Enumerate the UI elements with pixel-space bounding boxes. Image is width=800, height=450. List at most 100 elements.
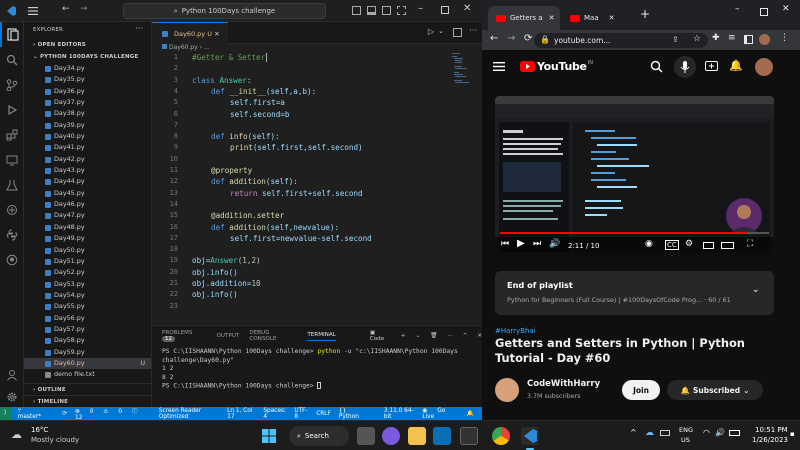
file-item[interactable]: Day48.py (24, 222, 151, 233)
search-icon[interactable] (650, 60, 663, 75)
menu-icon[interactable] (27, 5, 39, 17)
file-item[interactable]: Day60.py U (24, 357, 151, 370)
gear-icon[interactable] (0, 384, 24, 409)
back-arrow-icon[interactable]: ← (62, 4, 70, 14)
language-mode[interactable]: {} Python (339, 408, 376, 420)
account-avatar[interactable] (755, 58, 773, 76)
file-item[interactable]: Day53.py (24, 279, 151, 290)
file-item[interactable]: Day35.py (24, 74, 151, 85)
outline-section[interactable]: › OUTLINE (24, 383, 151, 395)
file-item[interactable]: Day36.py (24, 86, 151, 97)
run-debug-icon[interactable] (0, 97, 24, 122)
live-share-icon[interactable] (0, 197, 24, 222)
sync-icon[interactable]: ⟳ (62, 411, 67, 417)
profile-avatar[interactable] (759, 34, 770, 45)
file-item[interactable]: Day34.py (24, 63, 151, 74)
kebab-menu-icon[interactable]: ⋮ (780, 33, 789, 43)
battery-icon[interactable] (729, 430, 740, 436)
testing-icon[interactable] (0, 172, 24, 197)
close-icon[interactable]: ✕ (214, 30, 219, 38)
file-item[interactable]: Day47.py (24, 210, 151, 221)
forward-arrow-icon[interactable]: → (80, 4, 88, 14)
minimize-icon[interactable]: – (735, 4, 740, 14)
video-player[interactable]: ⏮ ▶ ⏭ 🔊 2:11 / 10 ◉ CC ⚙ ⛶ (495, 96, 774, 256)
layout-panel-icon[interactable] (367, 6, 376, 15)
indentation[interactable]: Spaces: 4 (263, 408, 286, 420)
captions-icon[interactable]: CC (665, 240, 679, 250)
progress-track[interactable] (500, 232, 769, 234)
file-item[interactable]: Day56.py (24, 313, 151, 324)
restore-icon[interactable] (760, 8, 768, 16)
theater-mode-icon[interactable] (721, 242, 734, 249)
chevron-down-icon[interactable]: ⌄ (415, 333, 420, 339)
channel-name[interactable]: CodeWithHarry (527, 379, 600, 389)
wifi-icon[interactable]: ◠ (703, 428, 710, 437)
close-window-icon[interactable]: ✕ (782, 4, 790, 14)
run-icon[interactable]: ▷ (428, 27, 434, 36)
remote-explorer-icon[interactable] (0, 147, 24, 172)
back-arrow-icon[interactable]: ← (490, 33, 498, 44)
kill-terminal-icon[interactable]: 🗑 (430, 333, 437, 339)
new-terminal-icon[interactable]: + (401, 333, 406, 339)
source-control-icon[interactable] (0, 72, 24, 97)
play-icon[interactable]: ▶ (517, 238, 525, 249)
subscribed-button[interactable]: 🔔 Subscribed ⌄ (667, 380, 763, 400)
layout-customize-icon[interactable] (397, 6, 406, 15)
command-center[interactable]: ⌕ Python 100Days challenge (123, 3, 326, 19)
search-icon[interactable] (0, 47, 24, 72)
microsoft-store-icon[interactable] (433, 427, 451, 445)
file-item[interactable]: Day44.py (24, 176, 151, 187)
youtube-logo[interactable]: YouTube IN (520, 60, 593, 73)
fullscreen-icon[interactable]: ⛶ (747, 239, 753, 249)
maximize-icon[interactable] (441, 6, 449, 14)
bookmark-star-icon[interactable]: ☆ (693, 34, 701, 44)
weather-cloudy-icon[interactable]: ☁ (11, 428, 22, 441)
side-panel-icon[interactable] (744, 35, 753, 44)
windows-start-icon[interactable] (262, 429, 276, 443)
next-icon[interactable]: ⏭ (533, 239, 541, 249)
file-item[interactable]: Day55.py (24, 301, 151, 312)
close-icon[interactable]: ✕ (609, 14, 615, 22)
previous-icon[interactable]: ⏮ (501, 239, 509, 249)
address-bar[interactable]: 🔒 youtube.com... ⇪ ☆ (534, 33, 708, 48)
encoding[interactable]: UTF-8 (294, 408, 308, 420)
file-item[interactable]: Day51.py (24, 256, 151, 267)
chevron-down-icon[interactable]: ⌄ (438, 27, 444, 35)
playlist-panel[interactable]: End of playlist Python for Beginners (Fu… (495, 271, 774, 315)
go-live-button[interactable]: ◉ Go Live (422, 408, 458, 420)
file-item[interactable]: Day59.py (24, 347, 151, 358)
app-icon[interactable] (460, 427, 478, 445)
language-region[interactable]: US (681, 436, 690, 444)
file-item[interactable]: Day49.py (24, 233, 151, 244)
folder-section[interactable]: ⌄ PYTHON 100DAYS CHALLENGE (24, 51, 151, 63)
join-button[interactable]: Join (622, 380, 660, 400)
more-actions-icon[interactable]: ··· (469, 26, 477, 35)
python-icon[interactable] (0, 222, 24, 247)
extensions-icon[interactable]: ✚ (712, 33, 720, 43)
vscode-taskbar-icon[interactable] (521, 427, 539, 445)
share-icon[interactable]: ⇪ (672, 35, 679, 44)
notification-center-icon[interactable]: ▪ (790, 430, 795, 438)
menu-icon[interactable] (493, 62, 505, 73)
terminal-output[interactable]: PS C:\IISHAANN\Python 100Days challenge>… (162, 348, 477, 391)
video-hashtag[interactable]: #HarryBhai (495, 327, 536, 335)
onedrive-cloud-icon[interactable]: ☁ (645, 428, 654, 438)
close-icon[interactable]: ✕ (463, 3, 471, 14)
volume-icon[interactable]: 🔊 (549, 239, 560, 249)
end-of-line[interactable]: CRLF (316, 411, 331, 417)
code-editor[interactable]: 1 2 3 4 5 6 7 8 9 10 11 12 13 14 15 16 17 18 19 20 21 22 23 #G… (152, 53, 452, 334)
breadcrumb[interactable]: Day60.py › ... (162, 44, 210, 51)
minimap[interactable] (452, 53, 470, 89)
chevron-up-icon[interactable]: ^ (630, 428, 637, 437)
autoplay-toggle-icon[interactable]: ◉ (645, 239, 653, 249)
open-editors-section[interactable]: › OPEN EDITORS (24, 39, 151, 51)
new-tab-icon[interactable]: + (640, 7, 650, 21)
settings-gear-icon[interactable]: ⚙ (685, 239, 693, 249)
tab-terminal[interactable]: TERMINAL (307, 332, 336, 341)
file-item[interactable]: Day54.py (24, 290, 151, 301)
teams-chat-icon[interactable] (382, 427, 400, 445)
layout-sidebar-icon[interactable] (352, 6, 361, 15)
notifications-bell-icon[interactable]: 🔔 (729, 59, 743, 72)
file-item[interactable]: Day43.py (24, 165, 151, 176)
device-icon[interactable] (660, 430, 670, 436)
